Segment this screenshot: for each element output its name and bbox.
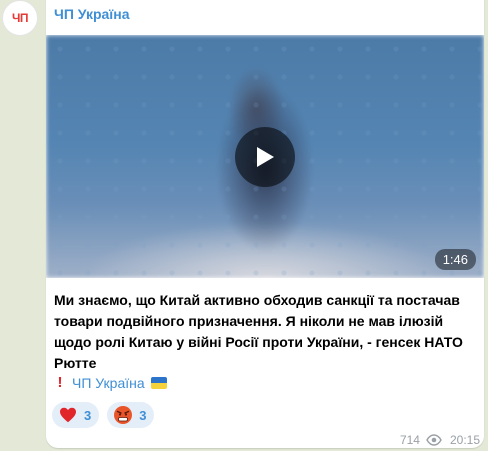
message-meta: 714 20:15 bbox=[400, 433, 480, 447]
message-time: 20:15 bbox=[449, 433, 480, 447]
channel-name[interactable]: ЧП Україна bbox=[54, 6, 130, 22]
avatar-label: ЧП bbox=[11, 11, 29, 25]
signature-channel-link[interactable]: ЧП Україна bbox=[72, 375, 145, 391]
chat-view: ЧП ЧП Україна 1:46 Ми знаємо, що Китай а… bbox=[0, 0, 488, 451]
reaction-count: 3 bbox=[84, 407, 92, 423]
view-count: 714 bbox=[399, 433, 420, 447]
video-duration: 1:46 bbox=[434, 249, 476, 270]
video-preview[interactable]: 1:46 bbox=[46, 35, 484, 278]
exclamation-icon: ! bbox=[57, 374, 63, 391]
heart-icon bbox=[58, 405, 78, 425]
reactions-bar: 3 3 bbox=[52, 402, 155, 428]
channel-avatar[interactable]: ЧП bbox=[2, 0, 38, 36]
reaction-heart[interactable]: 3 bbox=[52, 402, 100, 428]
reaction-count: 3 bbox=[139, 407, 147, 423]
ukraine-flag-icon bbox=[150, 376, 167, 389]
reaction-angry[interactable]: 3 bbox=[107, 402, 155, 428]
eye-icon bbox=[426, 434, 442, 446]
angry-face-icon bbox=[113, 405, 133, 425]
message-text: Ми знаємо, що Китай активно обходив санк… bbox=[54, 292, 463, 371]
play-button[interactable] bbox=[235, 127, 295, 187]
message-bubble: ЧП Україна 1:46 Ми знаємо, що Китай акти… bbox=[46, 0, 484, 448]
signature: ! ЧП Україна bbox=[54, 374, 167, 391]
play-icon bbox=[257, 147, 274, 167]
